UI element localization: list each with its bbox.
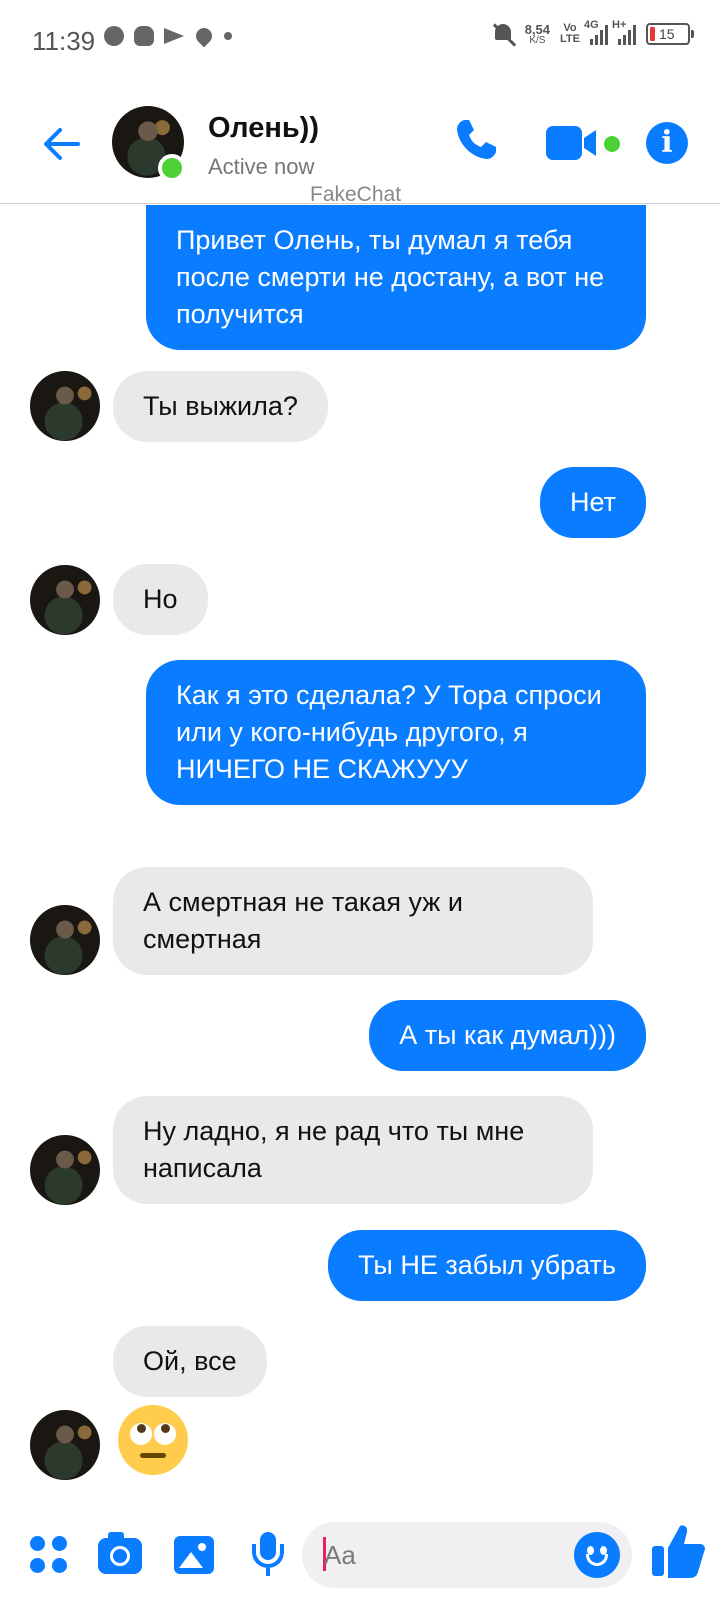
sender-avatar (30, 1135, 100, 1205)
chat-header: Олень)) Active now FakeChat i (0, 80, 720, 206)
message-bubble-incoming[interactable]: Но (113, 564, 208, 635)
image-icon[interactable] (174, 1536, 214, 1574)
face-with-rolling-eyes-icon[interactable] (118, 1405, 188, 1475)
online-status-dot (158, 154, 186, 182)
video-online-dot (604, 136, 620, 152)
camera-icon[interactable] (98, 1532, 142, 1574)
sender-avatar (30, 371, 100, 441)
message-bubble-outgoing[interactable]: Ты НЕ забыл убрать (328, 1230, 646, 1301)
network-speed: 8,54 K/S (525, 23, 550, 46)
message-bubble-outgoing[interactable]: Нет (540, 467, 646, 538)
sender-avatar (30, 565, 100, 635)
contact-name[interactable]: Олень)) (208, 112, 319, 145)
chat-notification-icon (104, 26, 124, 46)
arrow-left-icon[interactable] (42, 124, 82, 164)
info-icon[interactable]: i (646, 122, 688, 164)
sim2-label: H+ (612, 19, 627, 31)
notification-icons (104, 24, 232, 48)
snapchat-notification-icon (134, 26, 154, 46)
apps-grid-icon[interactable] (30, 1536, 68, 1574)
message-composer (0, 1510, 720, 1612)
thumbs-up-icon[interactable] (650, 1522, 706, 1580)
signal-sim1-icon: 4G (584, 19, 608, 45)
message-bubble-outgoing[interactable]: Как я это сделала? У Тора спроси или у к… (146, 660, 646, 805)
sender-avatar (30, 905, 100, 975)
volte-indicator: Vo LTE (560, 23, 580, 45)
message-bubble-outgoing[interactable]: А ты как думал))) (369, 1000, 646, 1071)
battery-icon: 15 (646, 23, 694, 45)
fakechat-watermark: FakeChat (310, 183, 402, 206)
drop-notification-icon (192, 24, 216, 48)
status-time: 11:39 (32, 26, 96, 56)
message-input[interactable] (324, 1536, 544, 1574)
message-input-wrap[interactable] (302, 1522, 632, 1588)
sim1-label: 4G (584, 19, 599, 31)
contact-active-status: Active now (208, 154, 315, 179)
sender-avatar (30, 1410, 100, 1480)
bell-off-icon (493, 22, 515, 46)
message-thread[interactable]: Привет Олень, ты думал я тебя после смер… (0, 205, 720, 1505)
telegram-notification-icon (164, 28, 184, 44)
message-bubble-outgoing[interactable]: Привет Олень, ты думал я тебя после смер… (146, 205, 646, 350)
smile-icon[interactable] (574, 1532, 620, 1578)
message-bubble-incoming[interactable]: А смертная не такая уж и смертная (113, 867, 593, 975)
network-speed-value: 8,54 (524, 21, 551, 37)
more-notifications-dot-icon (224, 32, 232, 40)
phone-icon[interactable] (452, 116, 500, 164)
status-bar: 11:39 8,54 K/S Vo LTE 4G H+ 15 (0, 0, 720, 80)
microphone-icon[interactable] (248, 1532, 288, 1578)
video-camera-icon[interactable] (546, 126, 598, 160)
status-right: 8,54 K/S Vo LTE 4G H+ 15 (493, 19, 694, 46)
message-bubble-incoming[interactable]: Ты выжила? (113, 371, 328, 442)
message-bubble-incoming[interactable]: Ой, все (113, 1326, 267, 1397)
battery-level-fill (650, 27, 655, 41)
volte-bottom: LTE (560, 33, 580, 45)
signal-sim2-icon: H+ (612, 19, 636, 45)
network-speed-unit: K/S (529, 34, 546, 46)
message-bubble-incoming[interactable]: Ну ладно, я не рад что ты мне написала (113, 1096, 593, 1204)
battery-percent: 15 (659, 26, 675, 42)
